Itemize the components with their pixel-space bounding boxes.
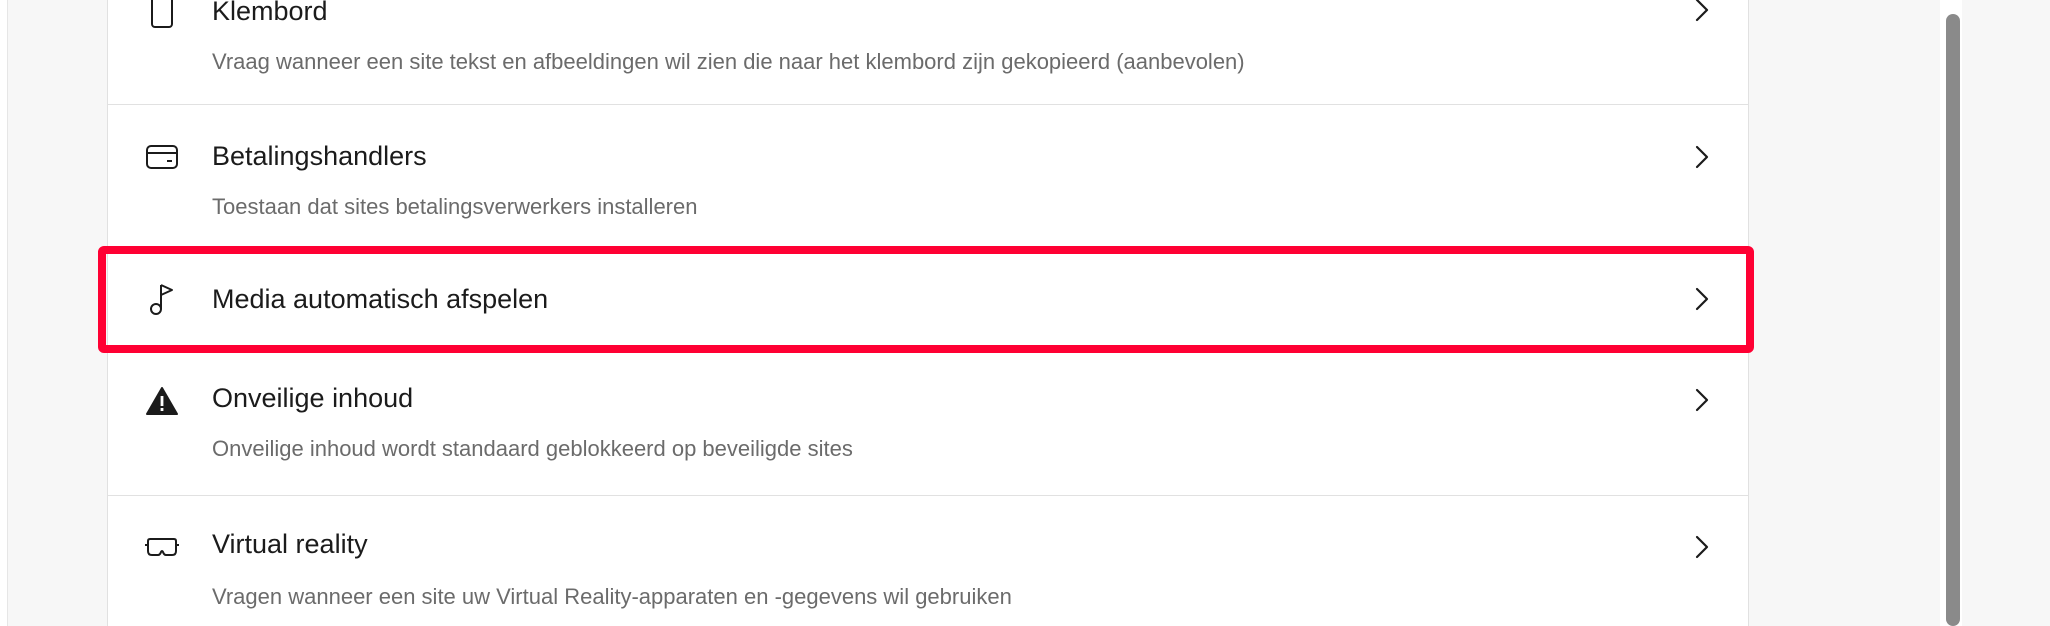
setting-row-insecure-content[interactable]: Onveilige inhoud Onveilige inhoud wordt … <box>108 348 1748 496</box>
vr-headset-icon <box>144 530 180 566</box>
setting-title: Betalingshandlers <box>212 141 427 171</box>
scrollbar-thumb[interactable] <box>1946 14 1960 626</box>
credit-card-icon <box>144 139 180 175</box>
setting-row-media-autoplay[interactable]: Media automatisch afspelen <box>108 251 1748 348</box>
setting-title: Virtual reality <box>212 529 368 559</box>
setting-description: Onveilige inhoud wordt standaard geblokk… <box>212 436 853 461</box>
right-margin <box>1962 0 2050 626</box>
chevron-right-icon <box>1688 139 1716 175</box>
chevron-right-icon <box>1688 529 1716 565</box>
setting-row-payment-handlers[interactable]: Betalingshandlers Toestaan dat sites bet… <box>108 105 1748 251</box>
setting-title: Klembord <box>212 0 328 26</box>
warning-icon <box>144 383 180 419</box>
setting-description: Vraag wanneer een site tekst en afbeeldi… <box>212 49 1245 74</box>
clipboard-icon <box>144 0 180 30</box>
setting-title: Onveilige inhoud <box>212 383 414 413</box>
setting-title: Media automatisch afspelen <box>212 284 549 314</box>
left-margin <box>0 0 8 626</box>
setting-description: Vragen wanneer een site uw Virtual Reali… <box>212 584 1012 609</box>
chevron-right-icon <box>1688 382 1716 418</box>
chevron-right-icon <box>1688 0 1716 28</box>
setting-row-virtual-reality[interactable]: Virtual reality Vragen wanneer een site … <box>108 496 1748 626</box>
music-note-icon <box>144 281 180 317</box>
setting-description: Toestaan dat sites betalingsverwerkers i… <box>212 194 698 219</box>
chevron-right-icon <box>1688 281 1716 317</box>
settings-list: Klembord Vraag wanneer een site tekst en… <box>107 0 1749 626</box>
setting-row-clipboard[interactable]: Klembord Vraag wanneer een site tekst en… <box>108 0 1748 105</box>
